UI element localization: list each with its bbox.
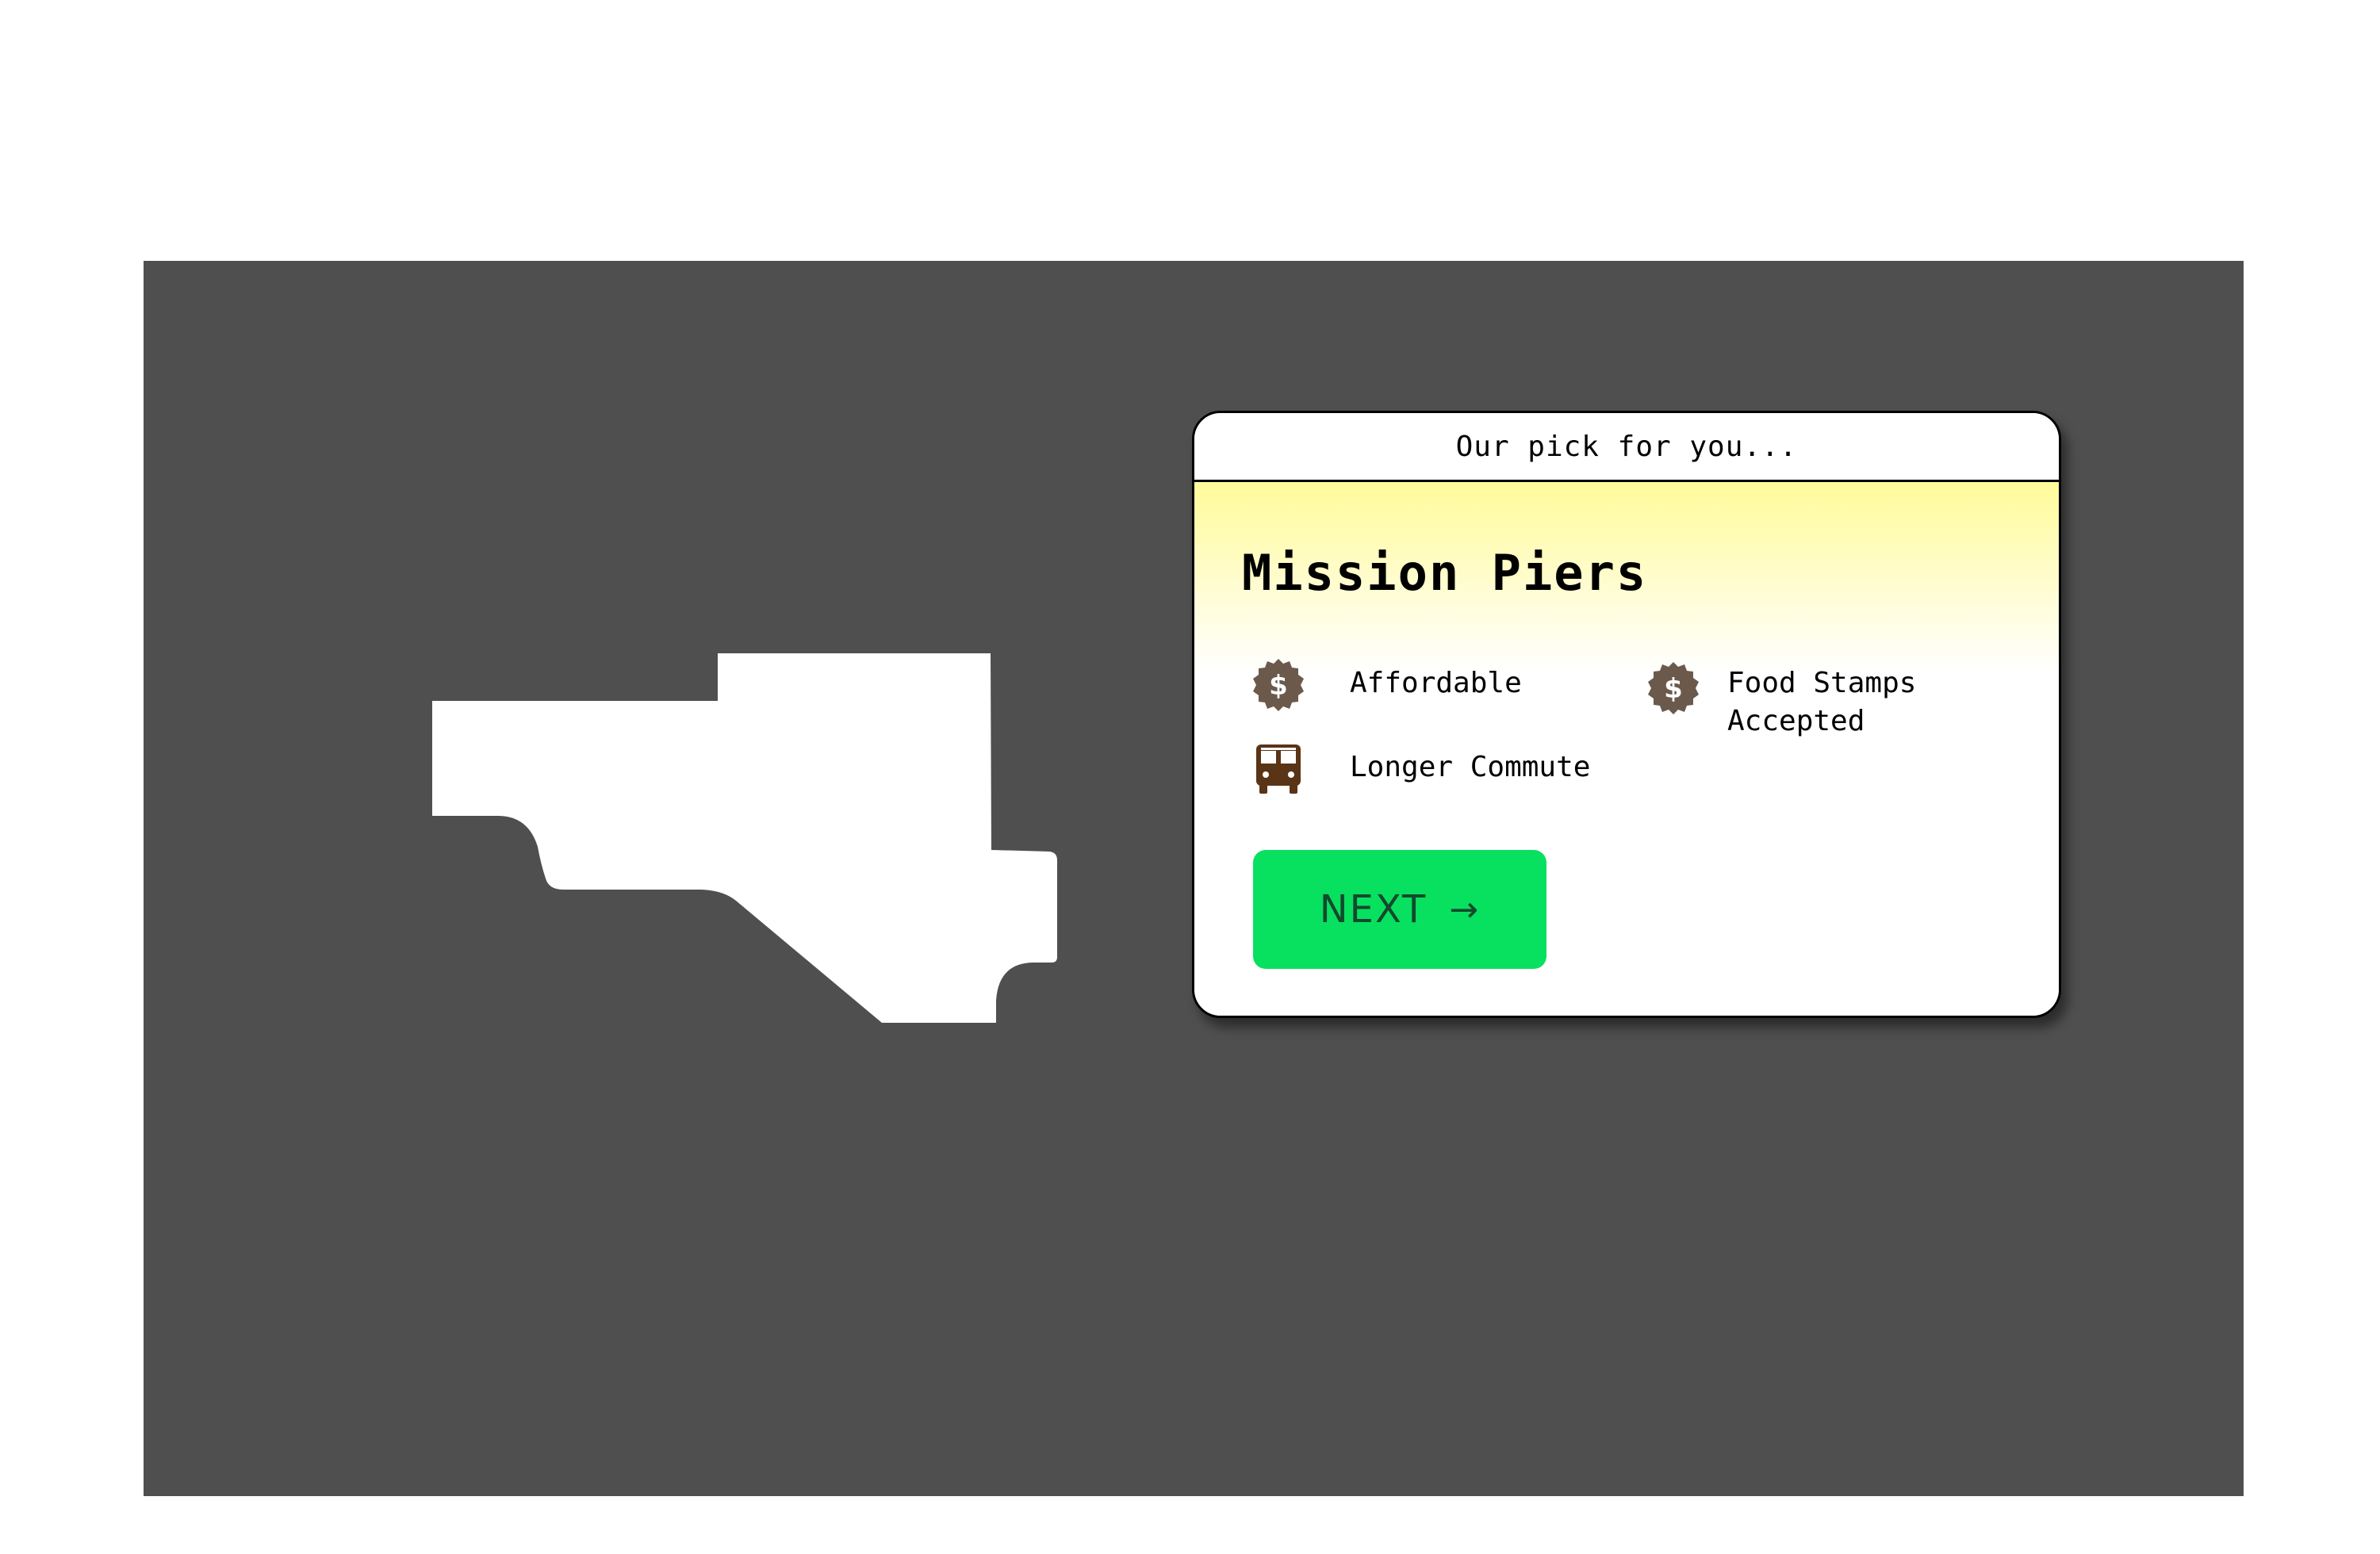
feature-food-stamps: $ Food Stamps Accepted [1645, 660, 1916, 741]
dollar-badge-icon: $ [1250, 656, 1307, 714]
feature-affordable: $ Affordable [1250, 656, 1522, 714]
feature-label: Longer Commute [1350, 751, 1591, 783]
feature-label: Food Stamps Accepted [1727, 667, 1917, 737]
feature-commute: Longer Commute [1250, 741, 1590, 798]
place-title: Mission Piers [1242, 544, 1648, 602]
next-button[interactable]: NEXT → [1253, 850, 1546, 969]
dollar-badge-icon: $ [1645, 660, 1702, 717]
next-button-label: NEXT [1319, 887, 1428, 932]
card-header: Our pick for you... [1194, 413, 2059, 482]
svg-text:$: $ [1269, 670, 1288, 702]
recommendation-card: Our pick for you... Mission Piers $ Affo… [1192, 411, 2061, 1018]
feature-label: Affordable [1350, 667, 1522, 699]
svg-text:$: $ [1664, 673, 1683, 705]
arrow-right-icon: → [1449, 889, 1481, 930]
map-stage: Our pick for you... Mission Piers $ Affo… [144, 261, 2244, 1496]
card-body: Mission Piers $ Affordable $ Food Stamps… [1194, 482, 2059, 1016]
bus-icon [1250, 741, 1307, 798]
